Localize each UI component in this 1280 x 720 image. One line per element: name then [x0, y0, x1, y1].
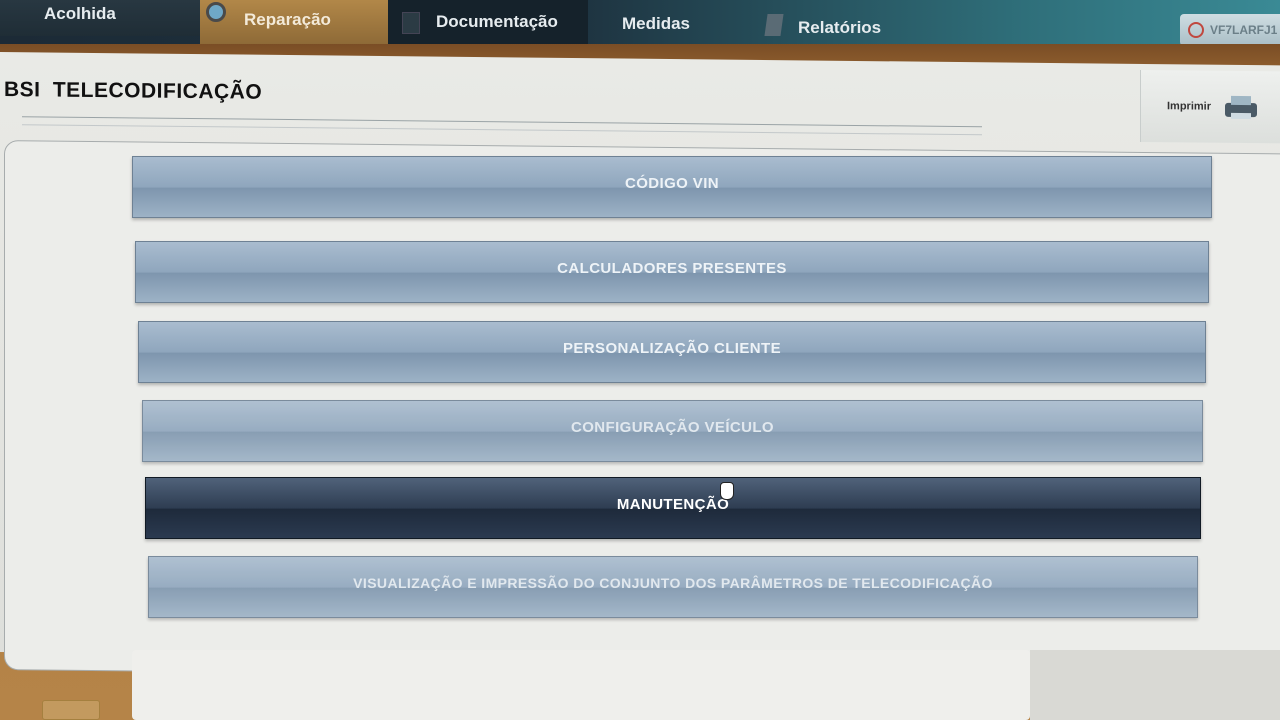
page-title: BSI TELECODIFICAÇÃO: [4, 78, 263, 104]
tab-medidas[interactable]: Medidas: [590, 2, 730, 46]
book-icon: [402, 12, 420, 34]
tab-label: Reparação: [244, 10, 331, 29]
tab-label: Acolhida: [44, 4, 116, 23]
manutencao-button[interactable]: MANUTENÇÃO: [145, 477, 1201, 539]
codigo-vin-button[interactable]: CÓDIGO VIN: [132, 156, 1212, 218]
print-button[interactable]: Imprimir: [1140, 69, 1280, 144]
report-icon: [764, 14, 784, 36]
tab-label: Medidas: [622, 14, 691, 33]
print-label: Imprimir: [1167, 100, 1212, 113]
vehicle-badge[interactable]: VF7LARFJ1: [1180, 14, 1280, 46]
visualizacao-impressao-button[interactable]: VISUALIZAÇÃO E IMPRESSÃO DO CONJUNTO DOS…: [148, 556, 1198, 618]
button-label: CÓDIGO VIN: [624, 174, 719, 192]
button-label: MANUTENÇÃO: [616, 495, 730, 513]
bottom-right-panel: [1030, 650, 1280, 720]
button-label: VISUALIZAÇÃO E IMPRESSÃO DO CONJUNTO DOS…: [353, 575, 993, 591]
magnifier-icon: [206, 2, 226, 22]
configuracao-veiculo-button[interactable]: CONFIGURAÇÃO VEÍCULO: [142, 400, 1203, 462]
divider: [22, 124, 982, 136]
tab-acolhida[interactable]: Acolhida: [0, 0, 200, 36]
tab-documentacao[interactable]: Documentação: [388, 0, 588, 44]
bottom-left-button[interactable]: [42, 700, 100, 720]
power-icon: [1188, 22, 1204, 38]
status-field: [132, 650, 1030, 720]
printer-icon: [1225, 95, 1257, 120]
button-label: PERSONALIZAÇÃO CLIENTE: [563, 339, 781, 357]
personalizacao-cliente-button[interactable]: PERSONALIZAÇÃO CLIENTE: [138, 321, 1206, 383]
tab-label: Relatórios: [798, 18, 882, 37]
tab-reparacao[interactable]: Reparação: [200, 0, 388, 44]
tab-label: Documentação: [436, 12, 558, 31]
calculadores-presentes-button[interactable]: CALCULADORES PRESENTES: [135, 241, 1209, 303]
button-label: CALCULADORES PRESENTES: [557, 259, 787, 277]
button-label: CONFIGURAÇÃO VEÍCULO: [571, 418, 774, 436]
hand-cursor-icon: [720, 482, 734, 500]
vehicle-id: VF7LARFJ1: [1210, 23, 1278, 37]
